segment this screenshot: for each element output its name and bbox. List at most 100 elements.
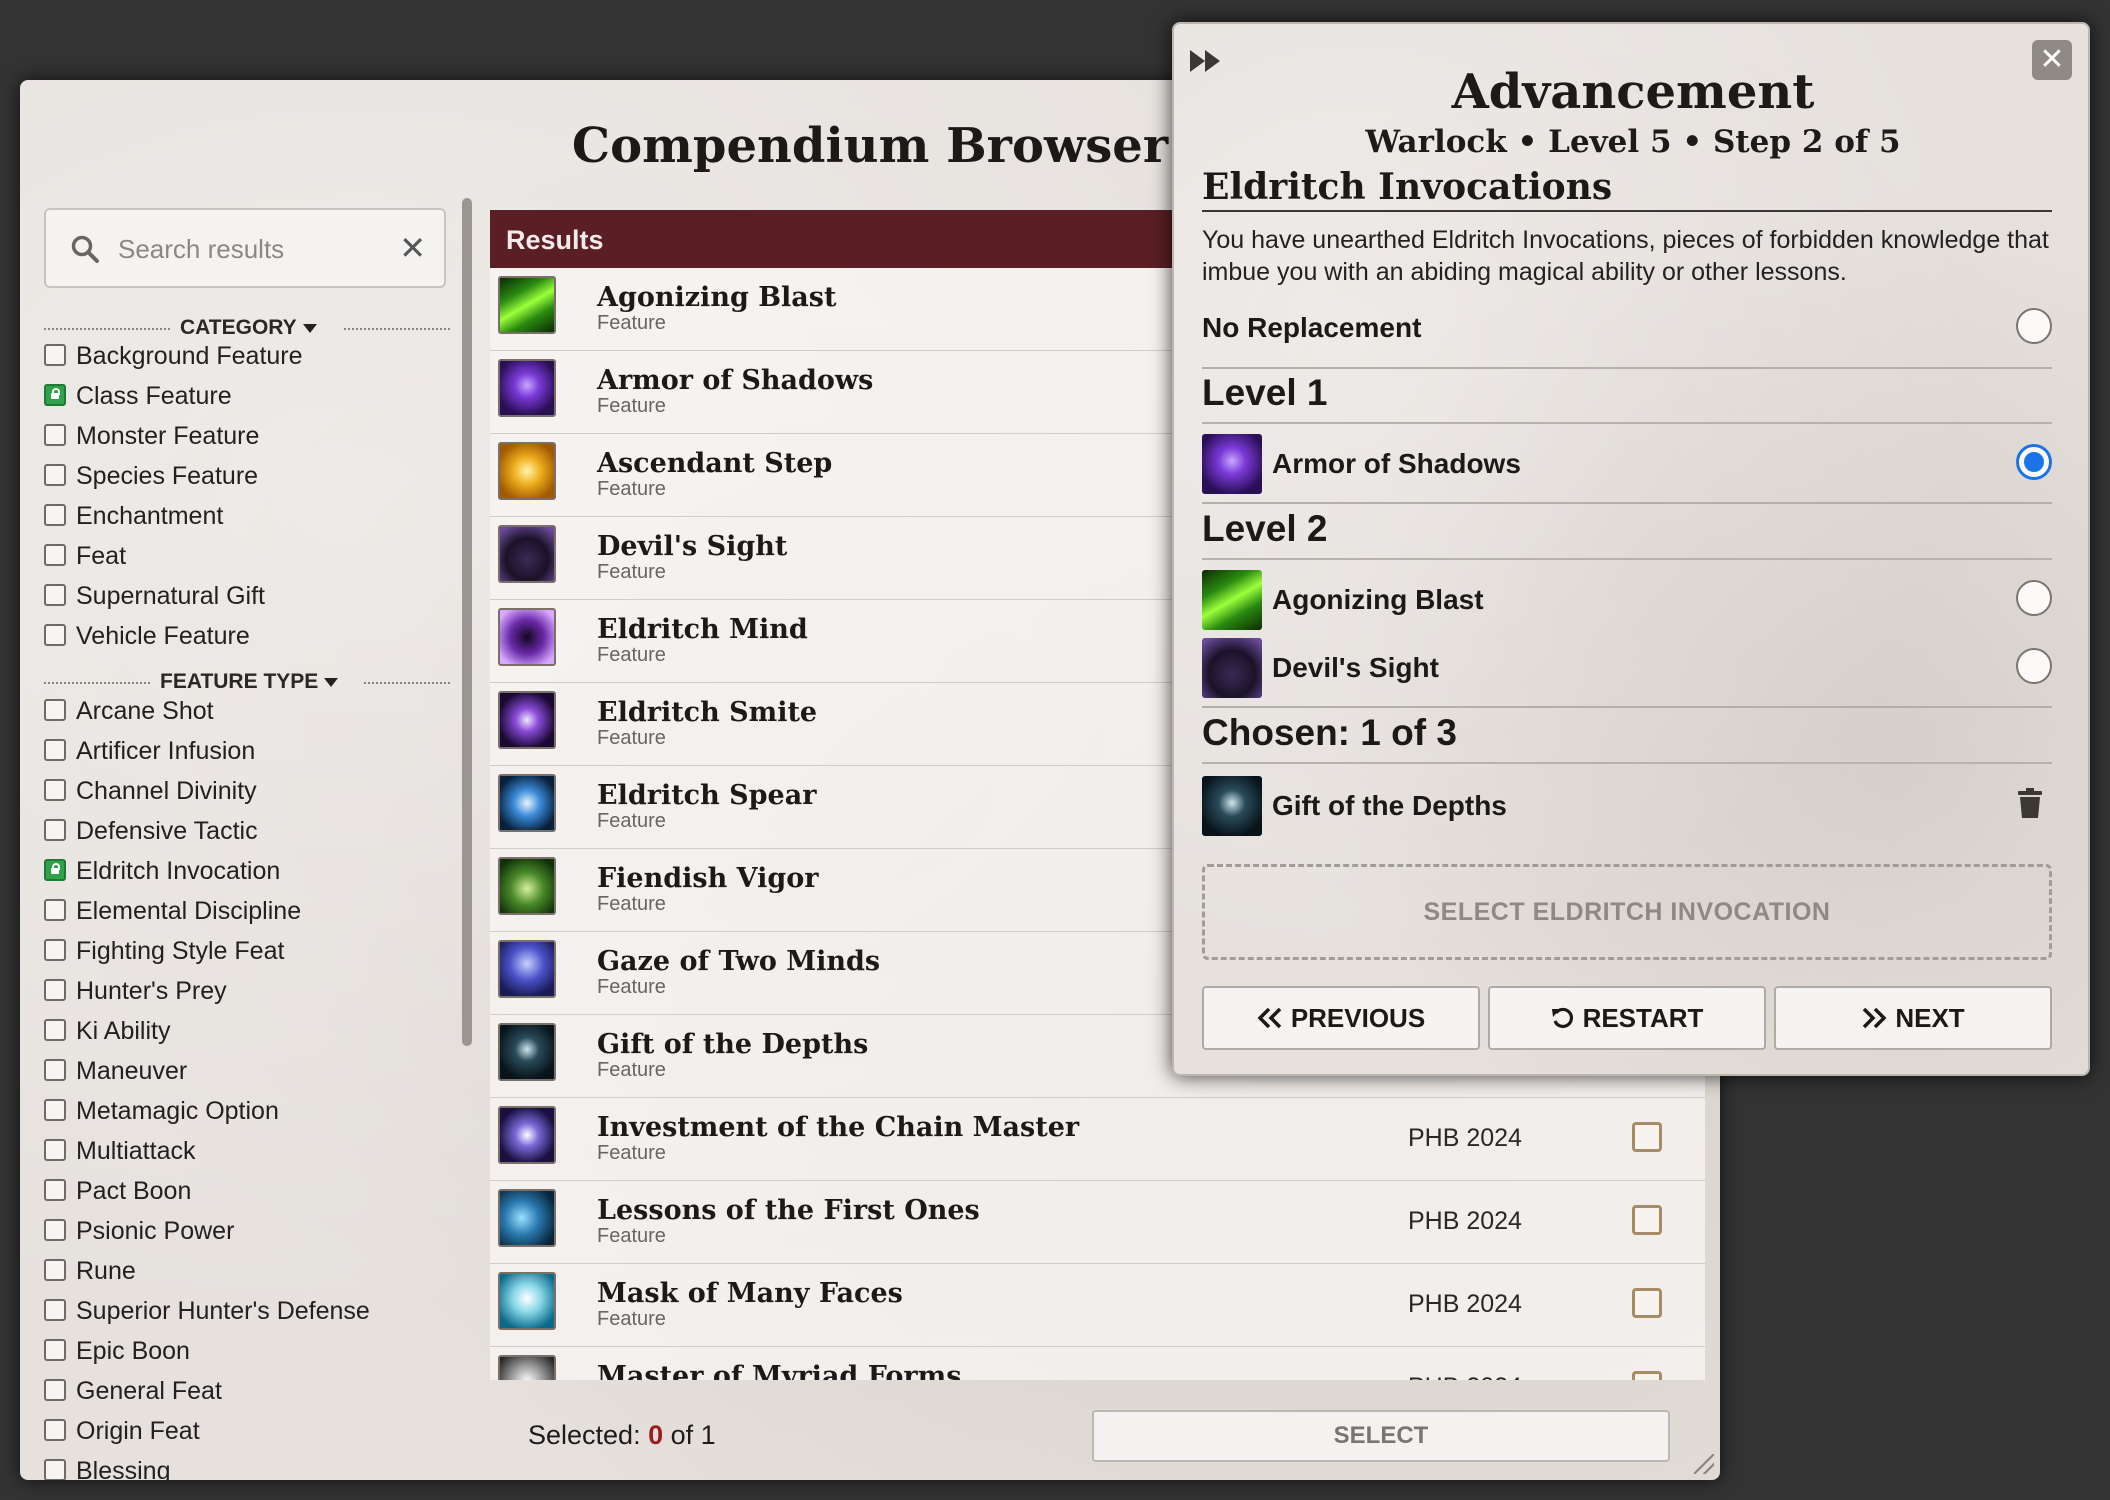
feature-type-item[interactable]: Fighting Style Feat — [44, 937, 284, 967]
result-type: Feature — [597, 644, 666, 666]
feature-type-item[interactable]: Psionic Power — [44, 1217, 234, 1247]
locked-checkbox[interactable] — [44, 859, 66, 882]
checkbox[interactable] — [44, 1099, 66, 1122]
checkbox[interactable] — [44, 979, 66, 1002]
checkbox[interactable] — [44, 504, 66, 527]
mask-of-many-faces-icon — [498, 1272, 556, 1330]
level-1-option[interactable]: Armor of Shadows — [1202, 432, 2052, 496]
select-button[interactable]: SELECT — [1092, 1410, 1670, 1462]
level-2-option[interactable]: Devil's Sight — [1202, 636, 2052, 700]
resize-handle[interactable] — [1694, 1454, 1714, 1474]
checkbox[interactable] — [44, 344, 66, 367]
feature-type-label: Hunter's Prey — [76, 977, 227, 1005]
advancement-subtitle: Warlock • Level 5 • Step 2 of 5 — [1365, 124, 1901, 160]
feature-type-item[interactable]: Multiattack — [44, 1137, 195, 1167]
checkbox[interactable] — [44, 1179, 66, 1202]
checkbox[interactable] — [44, 424, 66, 447]
category-item[interactable]: Feat — [44, 542, 126, 572]
feature-type-item[interactable]: Ki Ability — [44, 1017, 170, 1047]
checkbox[interactable] — [44, 1219, 66, 1242]
feature-type-item[interactable]: Pact Boon — [44, 1177, 191, 1207]
checkbox[interactable] — [44, 1299, 66, 1322]
checkbox[interactable] — [44, 1059, 66, 1082]
feature-type-item[interactable]: Epic Boon — [44, 1337, 190, 1367]
feature-type-header[interactable]: FEATURE TYPE — [44, 670, 450, 696]
restart-button[interactable]: RESTART — [1488, 986, 1766, 1050]
checkbox[interactable] — [44, 1379, 66, 1402]
checkbox[interactable] — [44, 544, 66, 567]
close-icon[interactable]: ✕ — [399, 230, 426, 266]
gift-of-the-depths-icon — [498, 1023, 556, 1081]
ascendant-step-icon — [498, 442, 556, 500]
checkbox[interactable] — [44, 1419, 66, 1442]
category-item[interactable]: Background Feature — [44, 342, 303, 372]
search-box[interactable]: Search results ✕ — [44, 208, 446, 288]
option-radio[interactable] — [2016, 648, 2052, 684]
result-checkbox[interactable] — [1632, 1205, 1662, 1235]
previous-button[interactable]: PREVIOUS — [1202, 986, 1480, 1050]
feature-type-label: Artificer Infusion — [76, 737, 256, 765]
category-item[interactable]: Enchantment — [44, 502, 223, 532]
checkbox[interactable] — [44, 1259, 66, 1282]
fiendish-vigor-icon — [498, 857, 556, 915]
selected-prefix: Selected: — [528, 1420, 649, 1450]
checkbox[interactable] — [44, 584, 66, 607]
checkbox[interactable] — [44, 624, 66, 647]
no-replacement-option[interactable]: No Replacement — [1202, 296, 2052, 360]
option-radio[interactable] — [2016, 580, 2052, 616]
category-item[interactable]: Class Feature — [44, 382, 232, 412]
feature-type-item[interactable]: Hunter's Prey — [44, 977, 227, 1007]
result-row[interactable]: Mask of Many Faces Feature PHB 2024 — [490, 1264, 1705, 1347]
double-chevron-right-icon — [1863, 1007, 1887, 1029]
checkbox[interactable] — [44, 464, 66, 487]
feature-type-item[interactable]: Origin Feat — [44, 1417, 200, 1447]
feature-type-item[interactable]: Arcane Shot — [44, 697, 214, 727]
result-name: Master of Myriad Forms — [597, 1361, 962, 1380]
checkbox[interactable] — [44, 739, 66, 762]
feature-type-item[interactable]: Defensive Tactic — [44, 817, 258, 847]
checkbox[interactable] — [44, 819, 66, 842]
result-row[interactable]: Master of Myriad FormsFeaturePHB 2024 — [490, 1347, 1705, 1380]
feature-type-item[interactable]: Maneuver — [44, 1057, 187, 1087]
category-header[interactable]: CATEGORY — [44, 316, 450, 342]
checkbox[interactable] — [44, 1019, 66, 1042]
select-invocation-dropzone[interactable]: SELECT ELDRITCH INVOCATION — [1202, 864, 2052, 960]
feature-type-item[interactable]: Metamagic Option — [44, 1097, 279, 1127]
category-item[interactable]: Supernatural Gift — [44, 582, 265, 612]
locked-checkbox[interactable] — [44, 384, 66, 407]
search-input[interactable]: Search results — [118, 234, 284, 265]
feature-type-item[interactable]: Eldritch Invocation — [44, 857, 280, 887]
feature-type-label: Pact Boon — [76, 1177, 192, 1205]
result-checkbox[interactable] — [1632, 1288, 1662, 1318]
checkbox[interactable] — [44, 899, 66, 922]
checkbox[interactable] — [44, 779, 66, 802]
feature-type-item[interactable]: Channel Divinity — [44, 777, 257, 807]
level-2-option[interactable]: Agonizing Blast — [1202, 568, 2052, 632]
feature-type-item[interactable]: Blessing — [44, 1457, 171, 1480]
category-item[interactable]: Species Feature — [44, 462, 258, 492]
option-radio-selected[interactable] — [2016, 444, 2052, 480]
no-replacement-radio[interactable] — [2016, 308, 2052, 344]
devils-sight-icon — [498, 525, 556, 583]
feature-type-item[interactable]: Rune — [44, 1257, 136, 1287]
feature-type-item[interactable]: Superior Hunter's Defense — [44, 1297, 370, 1327]
feature-type-item[interactable]: Elemental Discipline — [44, 897, 301, 927]
result-checkbox[interactable] — [1632, 1122, 1662, 1152]
category-item[interactable]: Vehicle Feature — [44, 622, 250, 652]
checkbox[interactable] — [44, 1139, 66, 1162]
result-checkbox[interactable] — [1632, 1371, 1662, 1380]
checkbox[interactable] — [44, 699, 66, 722]
trash-icon[interactable] — [2018, 788, 2042, 818]
result-row[interactable]: Lessons of the First Ones Feature PHB 2024 — [490, 1181, 1705, 1264]
sidebar-scrollbar[interactable] — [462, 198, 472, 1046]
result-row[interactable]: Investment of the Chain Master Feature PHB… — [490, 1098, 1705, 1181]
feature-type-item[interactable]: General Feat — [44, 1377, 222, 1407]
checkbox[interactable] — [44, 1339, 66, 1362]
category-label: Species Feature — [76, 462, 259, 490]
category-label: Feat — [76, 542, 127, 570]
checkbox[interactable] — [44, 939, 66, 962]
category-item[interactable]: Monster Feature — [44, 422, 259, 452]
checkbox[interactable] — [44, 1459, 66, 1480]
next-button[interactable]: NEXT — [1774, 986, 2052, 1050]
feature-type-item[interactable]: Artificer Infusion — [44, 737, 255, 767]
